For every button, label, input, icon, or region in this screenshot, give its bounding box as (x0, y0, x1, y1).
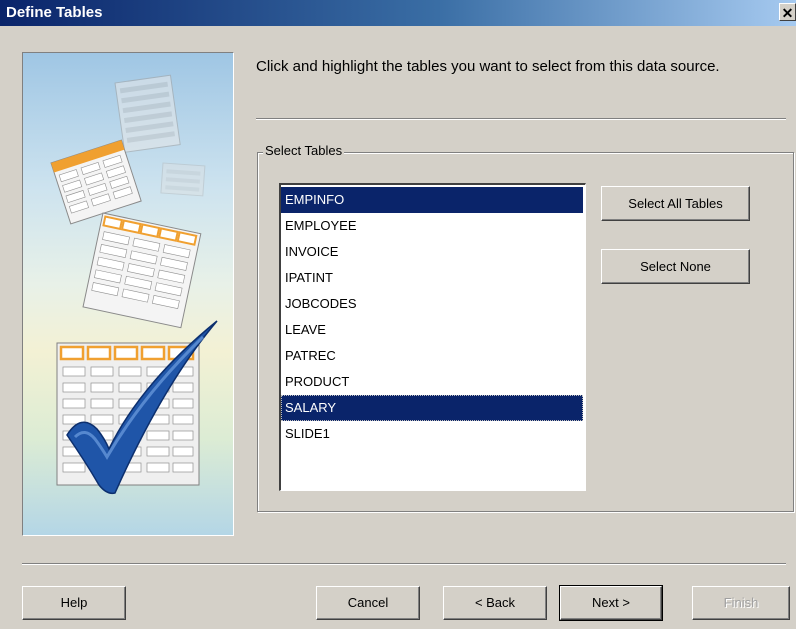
select-all-tables-button[interactable]: Select All Tables (601, 186, 750, 221)
back-button[interactable]: < Back (443, 586, 547, 620)
select-none-button[interactable]: Select None (601, 249, 750, 284)
table-list-item[interactable]: EMPLOYEE (281, 213, 583, 239)
title-bar: Define Tables ✕ (0, 0, 796, 26)
finish-button[interactable]: Finish (692, 586, 790, 620)
table-list-item[interactable]: INVOICE (281, 239, 583, 265)
select-none-label: Select None (640, 259, 711, 274)
next-label: Next > (592, 595, 630, 610)
table-list-item[interactable]: IPATINT (281, 265, 583, 291)
next-button[interactable]: Next > (559, 585, 663, 621)
footer-separator (22, 563, 786, 565)
table-list-item[interactable]: PATREC (281, 343, 583, 369)
table-list-item[interactable]: PRODUCT (281, 369, 583, 395)
tables-listbox[interactable]: EMPINFO EMPLOYEE INVOICE IPATINT JOBCODES LEA… (279, 183, 586, 491)
help-button[interactable]: Help (22, 586, 126, 620)
tables-with-checkmark-illustration (50, 74, 218, 495)
window-title: Define Tables (6, 4, 103, 21)
table-list-item[interactable]: LEAVE (281, 317, 583, 343)
header-separator (256, 118, 786, 120)
finish-label: Finish (723, 595, 759, 610)
cancel-button[interactable]: Cancel (316, 586, 420, 620)
table-list-item[interactable]: SALARY (281, 395, 583, 421)
wizard-illustration (22, 52, 234, 536)
table-list-item[interactable]: EMPINFO (281, 187, 583, 213)
cancel-label: Cancel (347, 595, 389, 610)
instructions-text: Click and highlight the tables you want … (256, 58, 720, 75)
help-label: Help (60, 595, 88, 610)
table-list-item[interactable]: SLIDE1 (281, 421, 583, 447)
back-label: < Back (474, 595, 516, 610)
close-button[interactable]: ✕ (779, 3, 796, 21)
select-tables-legend: Select Tables (263, 143, 345, 158)
select-all-tables-label: Select All Tables (628, 196, 723, 211)
close-icon: ✕ (781, 5, 794, 21)
table-list-item[interactable]: JOBCODES (281, 291, 583, 317)
